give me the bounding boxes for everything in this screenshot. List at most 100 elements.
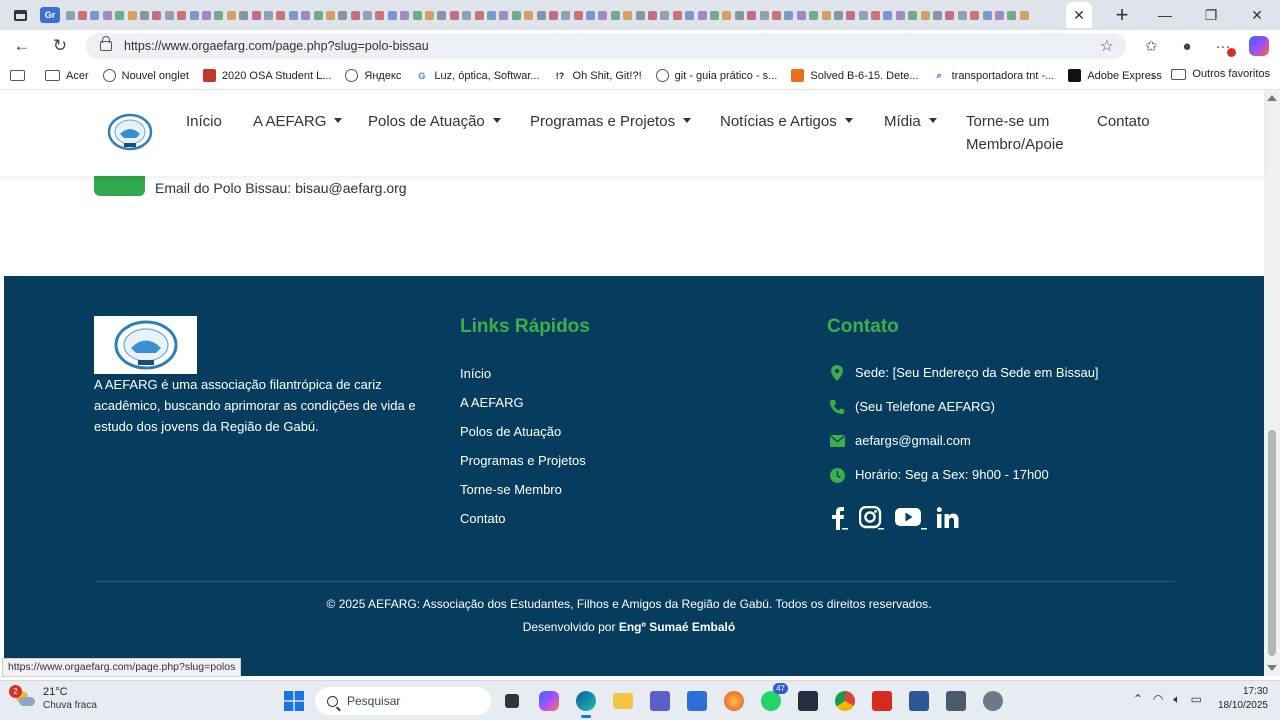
tab-item[interactable] (572, 9, 584, 21)
tab-item[interactable] (684, 9, 696, 21)
tab-first[interactable]: Gr (40, 7, 60, 23)
file-explorer-icon[interactable] (607, 685, 639, 717)
tab-item[interactable] (919, 9, 931, 21)
taskbar-search[interactable]: Pesquisar (315, 687, 491, 715)
bookmark-item[interactable]: Nouvel onglet (102, 69, 189, 82)
tab-item[interactable] (869, 9, 881, 21)
tab-item[interactable] (721, 9, 733, 21)
tab-item[interactable] (138, 9, 150, 21)
scroll-thumb[interactable] (1268, 430, 1276, 656)
tab-item[interactable] (733, 9, 745, 21)
microphone-icon[interactable]: ● (1176, 35, 1198, 57)
instagram-icon[interactable] (859, 505, 885, 531)
tab-item[interactable] (399, 9, 411, 21)
weather-widget[interactable]: 2 21°C Chuva fraca (9, 685, 97, 712)
nav-noticias[interactable]: Notícias e Artigos (720, 110, 853, 133)
tab-item[interactable] (622, 9, 634, 21)
footer-link-programas[interactable]: Programas e Projetos (460, 451, 586, 480)
edge-icon[interactable] (570, 685, 602, 718)
footer-link-aefarg[interactable]: A AEFARG (460, 393, 586, 422)
tab-item[interactable] (163, 9, 175, 21)
tab-item[interactable] (200, 9, 212, 21)
bookmark-item[interactable]: 2020 OSA Student L... (202, 69, 331, 82)
tab-item[interactable] (324, 9, 336, 21)
tab-item[interactable] (969, 9, 981, 21)
tab-item[interactable] (659, 9, 671, 21)
volume-icon[interactable]: 🔈︎ (1173, 692, 1180, 707)
bookmark-item[interactable]: ⌕ transportadora tnt -... (933, 69, 1055, 82)
bookmark-item[interactable]: Solved B-6-15. Dete... (791, 69, 919, 82)
nav-contato[interactable]: Contato (1097, 110, 1150, 133)
linkedin-icon[interactable] (937, 505, 959, 531)
system-clock[interactable]: 17:30 18/10/2025 (1218, 685, 1268, 713)
tab-item[interactable] (89, 9, 101, 21)
tab-item[interactable] (857, 9, 869, 21)
tab-item[interactable] (993, 9, 1005, 21)
tab-item[interactable] (696, 9, 708, 21)
tab-item[interactable] (770, 9, 782, 21)
tab-item[interactable] (758, 9, 770, 21)
tab-item[interactable] (151, 9, 163, 21)
scroll-down-arrow-icon[interactable] (1267, 665, 1277, 671)
whatsapp-icon[interactable]: 47 (755, 683, 788, 717)
footer-link-inicio[interactable]: Início (460, 364, 586, 393)
tab-item[interactable] (882, 9, 894, 21)
close-window-button[interactable]: ✕ (1234, 0, 1280, 30)
more-menu-icon[interactable]: ··· (1212, 35, 1236, 57)
calculator-icon[interactable] (940, 685, 972, 717)
tab-item[interactable] (275, 9, 287, 21)
tab-item[interactable] (956, 9, 968, 21)
address-bar[interactable]: https://www.orgaefarg.com/page.php?slug=… (86, 33, 1126, 59)
youtube-icon[interactable] (895, 505, 927, 531)
tab-item[interactable] (907, 9, 919, 21)
tab-item[interactable] (745, 9, 757, 21)
chevron-right-icon[interactable]: › (1151, 68, 1155, 83)
address-url[interactable]: https://www.orgaefarg.com/page.php?slug=… (124, 39, 429, 53)
tab-item[interactable] (386, 9, 398, 21)
chevron-up-icon[interactable]: ⌃ (1133, 692, 1143, 706)
bookmark-others[interactable]: Outros favoritos (1171, 68, 1270, 80)
scroll-up-arrow-icon[interactable] (1267, 95, 1277, 101)
tab-item[interactable] (411, 9, 423, 21)
tab-item[interactable] (807, 9, 819, 21)
copilot-icon[interactable] (1248, 35, 1270, 57)
tab-item[interactable] (473, 9, 485, 21)
footer-link-torne-se[interactable]: Torne-se Membro (460, 480, 586, 509)
bookmark-item[interactable]: Яндекс (345, 69, 401, 82)
tab-item[interactable] (337, 9, 349, 21)
wifi-icon[interactable]: ◠ (1153, 692, 1163, 706)
tab-item[interactable] (584, 9, 596, 21)
new-tab-button[interactable]: + (1102, 0, 1142, 30)
tab-item[interactable] (101, 9, 113, 21)
tab-item[interactable] (349, 9, 361, 21)
nav-programas[interactable]: Programas e Projetos (530, 110, 691, 133)
tab-item[interactable] (237, 9, 249, 21)
tab-item[interactable] (374, 9, 386, 21)
tab-current-close[interactable]: ✕ (1066, 2, 1092, 28)
tab-item[interactable] (1018, 9, 1030, 21)
tab-item[interactable] (361, 9, 373, 21)
page-scrollbar[interactable] (1264, 90, 1280, 676)
tab-item[interactable] (126, 9, 138, 21)
footer-link-polos[interactable]: Polos de Atuação (460, 422, 586, 451)
nav-polos[interactable]: Polos de Atuação (368, 110, 501, 133)
tab-item[interactable] (448, 9, 460, 21)
star-icon[interactable]: ☆ (1100, 36, 1114, 56)
tab-item[interactable] (547, 9, 559, 21)
contact-email-text[interactable]: aefargs@gmail.com (855, 431, 971, 451)
minimize-button[interactable]: — (1142, 0, 1188, 30)
tab-item[interactable] (176, 9, 188, 21)
tab-item[interactable] (76, 9, 88, 21)
tab-item[interactable] (312, 9, 324, 21)
tab-item[interactable] (931, 9, 943, 21)
tab-item[interactable] (510, 9, 522, 21)
settings-icon[interactable] (977, 685, 1009, 717)
nav-midia[interactable]: Mídia (884, 110, 937, 133)
tab-item[interactable] (188, 9, 200, 21)
facebook-icon[interactable] (827, 505, 849, 531)
store-icon[interactable] (681, 685, 713, 717)
tab-item[interactable] (845, 9, 857, 21)
tab-item[interactable] (832, 9, 844, 21)
tab-item[interactable] (522, 9, 534, 21)
bookmark-item[interactable]: Acer (45, 70, 89, 82)
